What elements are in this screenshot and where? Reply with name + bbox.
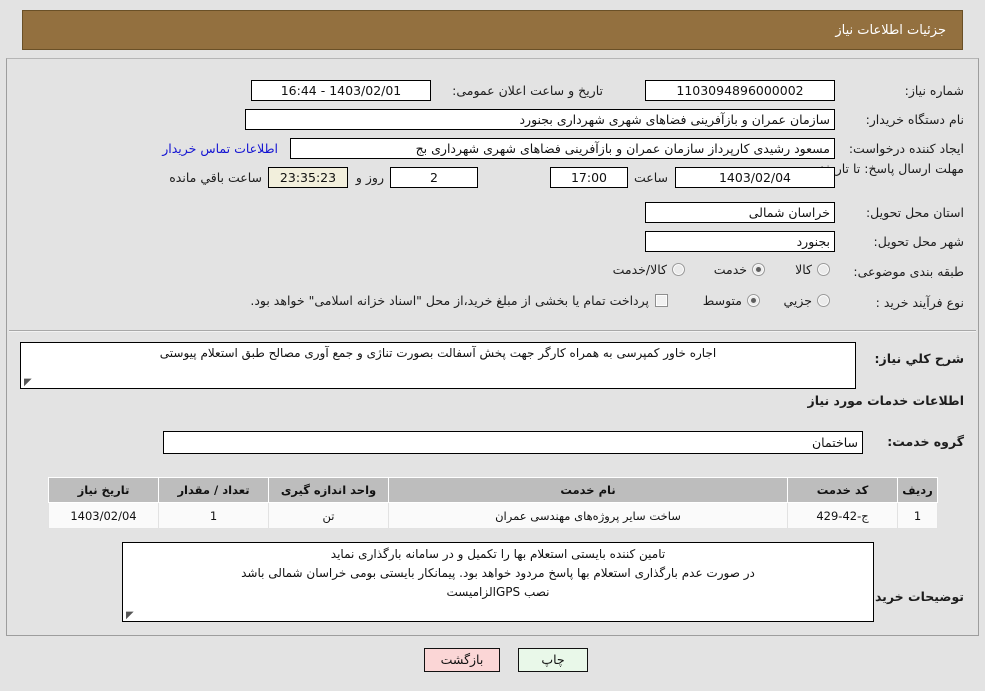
city-label: شهر محل تحویل: (873, 234, 964, 249)
buyer-org-value: سازمان عمران و بازآفرینی فضاهای شهری شهر… (245, 109, 835, 130)
deadline-time-value: 17:00 (550, 167, 628, 188)
print-button[interactable]: چاپ (518, 648, 588, 672)
buyer-notes-label: توضیحات خریدار: (858, 589, 964, 604)
buyer-notes-line-3: نصب GPSالزامیست (446, 585, 550, 599)
requester-label: ایجاد کننده درخواست: (848, 141, 964, 156)
category-option-label: کالا (795, 262, 812, 277)
cell-date: 1403/02/04 (48, 502, 159, 529)
process-option-motavaset[interactable]: متوسط (703, 293, 760, 308)
announce-datetime-label: تاریخ و ساعت اعلان عمومی: (452, 83, 603, 98)
col-name: نام خدمت (388, 477, 788, 503)
services-table: ردیف کد خدمت نام خدمت واحد اندازه گیری ت… (48, 477, 938, 529)
table-header-row: ردیف کد خدمت نام خدمت واحد اندازه گیری ت… (48, 477, 938, 503)
cell-unit: تن (268, 502, 389, 529)
details-panel: شماره نیاز: 1103094896000002 تاریخ و ساع… (6, 58, 979, 636)
province-value: خراسان شمالی (645, 202, 835, 223)
col-date: تاریخ نیاز (48, 477, 159, 503)
cell-row: 1 (897, 502, 938, 529)
radio-icon[interactable] (817, 294, 830, 307)
tender-detail-page: AriaTender.net جزئیات اطلاعات نیاز شماره… (0, 0, 985, 691)
cell-name: ساخت سایر پروژه‌های مهندسی عمران (388, 502, 788, 529)
requester-value: مسعود رشیدی کارپرداز سازمان عمران و بازآ… (290, 138, 835, 159)
buyer-org-label: نام دستگاه خریدار: (865, 112, 964, 127)
col-qty: تعداد / مقدار (158, 477, 269, 503)
buyer-notes-line-2: در صورت عدم بارگذاری استعلام بها پاسخ مر… (241, 566, 755, 580)
category-option-label: خدمت (713, 262, 747, 277)
category-option-kala[interactable]: کالا (795, 262, 830, 277)
col-row: ردیف (897, 477, 938, 503)
services-section-title: اطلاعات خدمات مورد نیاز (807, 393, 965, 408)
page-title: جزئیات اطلاعات نیاز (835, 22, 946, 38)
radio-icon[interactable] (752, 263, 765, 276)
city-value: بجنورد (645, 231, 835, 252)
announce-datetime-value: 1403/02/01 - 16:44 (251, 80, 431, 101)
section-divider (9, 330, 976, 332)
deadline-label: مهلت ارسال پاسخ: تا تاریخ: (819, 161, 964, 176)
radio-icon[interactable] (817, 263, 830, 276)
resize-grip-icon[interactable]: ◤ (126, 611, 134, 621)
cell-qty: 1 (158, 502, 269, 529)
page-header: جزئیات اطلاعات نیاز (22, 10, 963, 50)
process-option-jozii[interactable]: جزیي (783, 293, 830, 308)
description-text: اجاره خاور کمپرسی به همراه کارگر جهت پخش… (159, 346, 717, 360)
buyer-contact-link[interactable]: اطلاعات تماس خریدار (162, 141, 278, 156)
countdown-label: ساعت باقي مانده (169, 170, 262, 185)
treasury-bond-label: پرداخت تمام یا بخشی از مبلغ خرید،از محل … (250, 293, 649, 308)
resize-grip-icon[interactable]: ◤ (24, 378, 32, 388)
need-number-value: 1103094896000002 (645, 80, 835, 101)
category-option-kala-khedmat[interactable]: کالا/خدمت (613, 262, 685, 277)
radio-icon[interactable] (672, 263, 685, 276)
back-button[interactable]: بازگشت (424, 648, 500, 672)
service-group-label: گروه خدمت: (887, 434, 964, 449)
radio-icon[interactable] (747, 294, 760, 307)
service-group-value: ساختمان (163, 431, 863, 454)
deadline-date-value: 1403/02/04 (675, 167, 835, 188)
category-option-label: کالا/خدمت (612, 262, 667, 277)
checkbox-icon[interactable] (655, 294, 668, 307)
category-option-khedmat[interactable]: خدمت (714, 262, 765, 277)
need-number-label: شماره نیاز: (904, 83, 964, 98)
process-label: نوع فرآیند خرید : (875, 295, 964, 310)
remaining-days-label: روز و (355, 170, 384, 185)
category-label: طبقه بندی موضوعی: (853, 264, 964, 279)
description-label: شرح کلي نیاز: (874, 351, 964, 366)
process-option-label: جزیي (783, 293, 812, 308)
deadline-hour-label: ساعت (633, 170, 668, 185)
table-row: 1 ج-42-429 ساخت سایر پروژه‌های مهندسی عم… (48, 502, 938, 529)
description-textarea[interactable]: اجاره خاور کمپرسی به همراه کارگر جهت پخش… (20, 342, 856, 389)
buyer-notes-line-1: تامین کننده بایستی استعلام بها را تکمیل … (330, 547, 666, 561)
treasury-bond-checkbox-row[interactable]: پرداخت تمام یا بخشی از مبلغ خرید،از محل … (250, 293, 668, 308)
col-code: کد خدمت (787, 477, 898, 503)
remaining-days-value: 2 (390, 167, 478, 188)
buyer-notes-textarea[interactable]: تامین کننده بایستی استعلام بها را تکمیل … (122, 542, 874, 622)
cell-code: ج-42-429 (787, 502, 898, 529)
countdown-timer: 23:35:23 (268, 167, 348, 188)
process-option-label: متوسط (702, 293, 742, 308)
province-label: استان محل تحویل: (865, 205, 964, 220)
col-unit: واحد اندازه گیری (268, 477, 389, 503)
